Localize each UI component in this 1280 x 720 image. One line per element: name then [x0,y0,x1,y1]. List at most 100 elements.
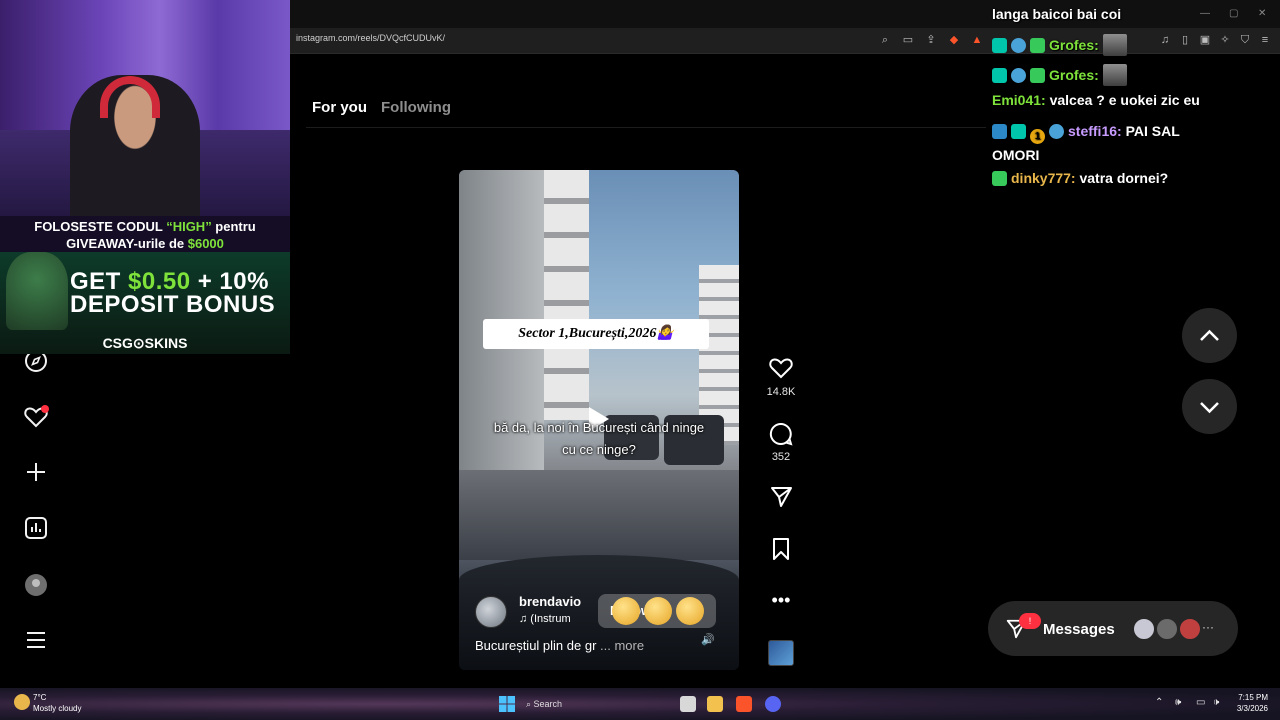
comment-count: 352 [771,451,791,463]
emoji-sticker [676,597,704,625]
close-icon[interactable]: ✕ [1258,8,1266,19]
file-explorer-icon[interactable] [707,696,723,712]
chat-message: Emi041: valcea ? e uokei zic eu [992,92,1200,108]
next-reel-button[interactable] [1182,379,1237,434]
vpn-icon[interactable]: ⛉ [1238,33,1252,47]
chat-text: vatra dornei? [1079,170,1169,186]
cast-icon[interactable]: ▭ [901,33,915,47]
sword-badge-icon [992,124,1007,139]
weather-temperature[interactable]: 7°C [33,693,46,702]
brave-rewards-icon[interactable]: ▲ [970,33,984,47]
chevron-down-icon [1200,402,1219,414]
subtitle-line-2: cu ce ninge? [562,442,636,457]
like-count: 14.8K [766,386,796,398]
banner-line-2: GIVEAWAY-urile de $6000 [66,236,224,251]
display-icon[interactable]: ▭ [1196,697,1205,708]
share-icon[interactable] [767,485,795,514]
gift-badge-icon [992,171,1007,186]
chat-username: Grofes: [1049,37,1099,53]
chat-username: Grofes: [1049,67,1099,83]
emoji-sticker [644,597,672,625]
promo-character-image [6,252,68,330]
author-name[interactable]: brendavio [519,594,581,609]
windows-start-icon[interactable] [499,696,515,712]
chat-message: Grofes: [992,34,1127,56]
audio-thumbnail[interactable] [768,640,794,666]
comment-icon[interactable] [767,421,795,452]
chat-badge-icon [1049,124,1064,139]
ai-icon[interactable]: ✧ [1218,33,1232,47]
messages-label[interactable]: Messages [1043,621,1115,638]
promo-brand-logo: CSG⊙SKINS [102,335,188,351]
minimize-icon[interactable]: — [1200,8,1210,19]
giveaway-banner-text: FOLOSESTE CODUL “HIGH” pentru GIVEAWAY-u… [0,218,290,252]
music-label[interactable]: ♫ (Instrum [519,613,591,625]
video-building-mid [544,170,589,420]
discord-icon[interactable] [765,696,781,712]
message-avatar[interactable] [1132,617,1156,641]
chat-username: dinky777: [1011,170,1076,186]
like-icon[interactable] [767,356,795,385]
taskbar-search[interactable]: ⌕ Search [526,695,646,713]
clock-date[interactable]: 3/3/2026 [1230,704,1268,713]
browser-menu-icon[interactable]: ≡ [1258,33,1272,47]
more-link[interactable]: ... more [600,638,644,653]
zoom-icon[interactable]: ⌕ [878,33,892,47]
chat-text: PAI SAL [1125,123,1180,139]
reel-description[interactable]: Bucureștiul plin de gr ... more [475,638,644,653]
sound-icon[interactable]: 🔊 [700,632,716,648]
banner-code: “HIGH” [166,219,212,234]
menu-icon[interactable] [22,628,50,656]
chevron-up-icon [1200,329,1219,341]
previous-reel-button[interactable] [1182,308,1237,363]
sidebar-icon[interactable]: ▯ [1178,33,1192,47]
banner-amount: $6000 [187,236,224,251]
message-avatar[interactable] [1155,617,1179,641]
volume-icon[interactable]: 🕩 [1213,697,1219,708]
tab-for-you[interactable]: For you [312,99,367,116]
chat-username: steffi16: [1068,123,1122,139]
profile-avatar-icon[interactable] [22,572,50,600]
clock-time[interactable]: 7:15 PM [1236,693,1268,702]
tabs-divider [306,127,986,128]
chat-badge-icon [1011,124,1026,139]
taskbar-app-icon[interactable] [680,696,696,712]
chat-message: 1 steffi16: PAI SAL OMORI [992,120,1232,166]
url-text[interactable]: instagram.com/reels/DVQcfCUDUvK/ [296,33,445,43]
banner-line-1: FOLOSESTE CODUL “HIGH” pentru [34,219,256,234]
analytics-icon[interactable] [22,516,50,544]
video-subtitle: bă da, la noi în București când ninge cu… [466,417,732,461]
tray-chevron-icon[interactable]: ⌃ [1155,697,1163,708]
maximize-icon[interactable]: ▢ [1229,8,1238,19]
notifications-heart-icon[interactable] [22,404,50,432]
music-icon[interactable]: ♫ [1158,33,1172,47]
coin-badge-icon: 1 [1030,129,1045,144]
share-page-icon[interactable]: ⇪ [924,33,938,47]
chat-badge-icon [992,68,1007,83]
plus-icon[interactable] [22,460,50,488]
chat-username: Emi041: [992,92,1046,108]
brave-shield-icon[interactable]: ◆ [947,33,961,47]
wallet-icon[interactable]: ▣ [1198,33,1212,47]
subtitle-line-1: bă da, la noi în București când ninge [493,420,705,435]
chat-badge-icon [1011,68,1026,83]
tab-following[interactable]: Following [381,99,451,116]
gift-badge-icon [1030,68,1045,83]
description-text: Bucureștiul plin de gr [475,638,597,653]
bookmark-icon[interactable] [767,537,795,566]
weather-icon[interactable] [14,694,30,710]
brave-browser-icon[interactable] [736,696,752,712]
speaker-icon[interactable]: 🕪 [1175,697,1181,708]
message-avatar[interactable] [1178,617,1202,641]
author-avatar[interactable] [475,596,507,628]
search-icon: ⌕ [526,699,534,709]
chat-message: dinky777: vatra dornei? [992,170,1168,186]
emoji-sticker [612,597,640,625]
video-road [459,470,739,560]
weather-description[interactable]: Mostly cloudy [33,704,81,713]
chat-text: OMORI [992,147,1040,163]
chat-emote [1102,34,1127,56]
messages-more-icon[interactable]: ··· [1202,620,1214,634]
chat-message: langa baicoi bai coi [992,6,1122,22]
more-icon[interactable]: ••• [767,589,795,611]
